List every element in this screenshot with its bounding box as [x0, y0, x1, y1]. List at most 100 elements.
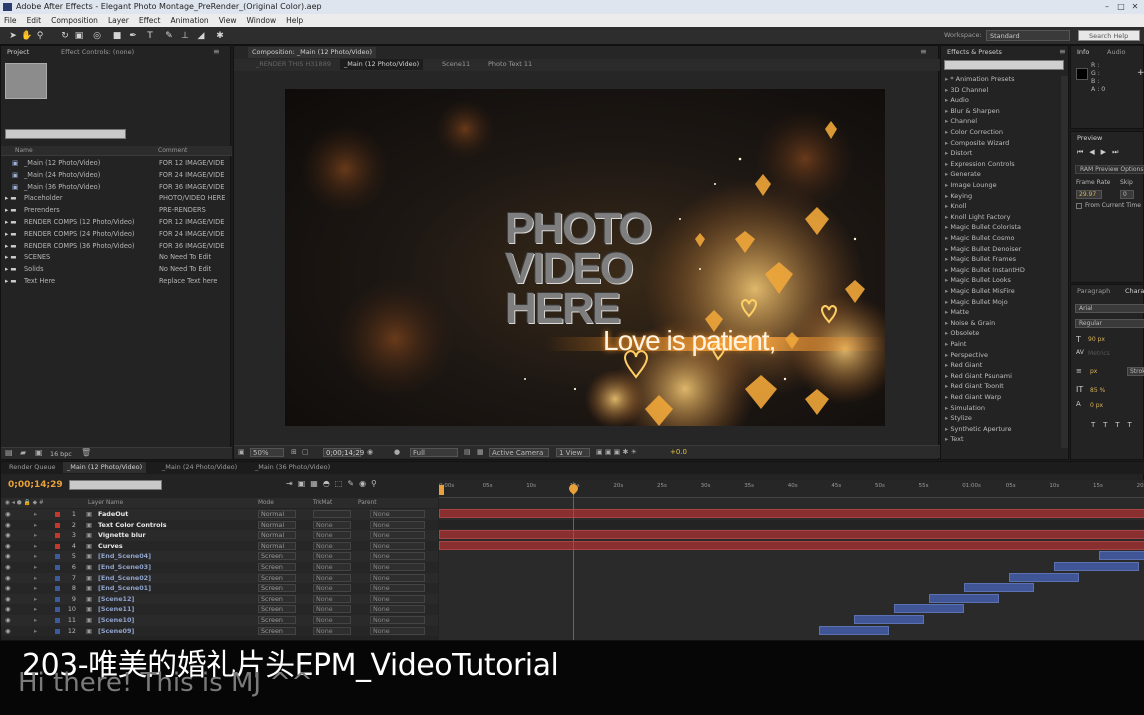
- layer-name-header[interactable]: Layer Name: [88, 498, 123, 508]
- trkmat-header[interactable]: TrkMat: [313, 498, 332, 508]
- breadcrumb-photo-text11[interactable]: Photo Text 11: [484, 59, 536, 70]
- timeline-timecode[interactable]: 0;00;14;29: [8, 480, 63, 490]
- layer-name[interactable]: [Scene11]: [98, 604, 134, 615]
- lock-icon[interactable]: ▸: [34, 520, 37, 531]
- project-item[interactable]: ▣ _Main (24 Photo/Video) FOR 24 IMAGE/VIDE: [1, 169, 230, 181]
- parent-dropdown[interactable]: None: [370, 531, 425, 540]
- lock-icon[interactable]: ▸: [34, 626, 37, 637]
- menu-file[interactable]: File: [4, 14, 17, 27]
- timeline-search-input[interactable]: [69, 480, 162, 490]
- layer-duration-bar[interactable]: [1099, 551, 1144, 561]
- effects-category[interactable]: Expression Controls: [945, 159, 1014, 170]
- stroke-dropdown[interactable]: Strok: [1127, 367, 1144, 376]
- tab-effect-controls[interactable]: Effect Controls: (none): [57, 47, 138, 58]
- parent-dropdown[interactable]: None: [370, 563, 425, 571]
- effects-category[interactable]: Simulation: [945, 403, 985, 414]
- effects-category[interactable]: Magic Bullet InstantHD: [945, 265, 1024, 276]
- track-matte-dropdown[interactable]: None: [313, 605, 351, 614]
- effects-category[interactable]: Magic Bullet Mojo: [945, 297, 1007, 308]
- layer-duration-bar[interactable]: [439, 530, 1144, 540]
- effects-category[interactable]: Magic Bullet MisFire: [945, 286, 1014, 297]
- from-current-checkbox[interactable]: [1076, 203, 1082, 209]
- lock-icon[interactable]: ▸: [34, 551, 37, 562]
- zoom-dropdown[interactable]: 50%: [250, 448, 284, 457]
- track-matte-dropdown[interactable]: None: [313, 552, 351, 561]
- font-family-dropdown[interactable]: Arial: [1075, 304, 1144, 313]
- always-preview-icon[interactable]: ▣: [238, 448, 245, 456]
- layer-duration-bar[interactable]: [964, 583, 1034, 593]
- effects-category[interactable]: Knoll Light Factory: [945, 212, 1010, 223]
- lock-icon[interactable]: ▸: [34, 562, 37, 573]
- tab-character[interactable]: Chara: [1121, 286, 1144, 297]
- effects-category[interactable]: Magic Bullet Looks: [945, 275, 1011, 286]
- label-color-swatch[interactable]: [55, 522, 60, 528]
- layer-duration-bar[interactable]: [854, 615, 924, 624]
- effects-category[interactable]: Obsolete: [945, 328, 979, 339]
- track-matte-dropdown[interactable]: None: [313, 563, 351, 571]
- layer-row[interactable]: ◉ ▸ 1 ▣ FadeOut Normal None: [1, 509, 438, 520]
- blend-mode-dropdown[interactable]: Screen: [258, 626, 296, 635]
- effects-category[interactable]: Image Lounge: [945, 180, 996, 191]
- project-panel-menu-icon[interactable]: ≡: [213, 47, 220, 56]
- tab-main-36[interactable]: _Main (36 Photo/Video): [251, 462, 334, 473]
- lock-icon[interactable]: ▸: [34, 509, 37, 520]
- pen-tool-icon[interactable]: ✒: [128, 31, 138, 41]
- visibility-eye-icon[interactable]: ◉: [5, 583, 11, 594]
- puppet-tool-icon[interactable]: ✱: [215, 31, 225, 41]
- effects-category[interactable]: * Animation Presets: [945, 74, 1014, 85]
- effects-category[interactable]: Magic Bullet Cosmo: [945, 233, 1014, 244]
- effects-category[interactable]: Audio: [945, 95, 968, 106]
- timeline-graph[interactable]: 0:00s05s10s15s20s25s30s35s40s45s50s55s01…: [439, 480, 1144, 640]
- effects-category[interactable]: Noise & Grain: [945, 318, 995, 329]
- trash-icon[interactable]: 🗑: [81, 448, 91, 457]
- toggle-pixel-icon[interactable]: ▣ ▣ ▣ ✱ ☀: [596, 448, 637, 456]
- transparency-grid-icon[interactable]: ▦: [477, 448, 484, 456]
- project-item[interactable]: ▸ ▬ Prerenders PRE-RENDERS: [1, 204, 230, 216]
- layer-name[interactable]: FadeOut: [98, 509, 128, 520]
- snapshot-icon[interactable]: ◉: [367, 448, 373, 456]
- track-matte-dropdown[interactable]: None: [313, 616, 351, 624]
- effects-category[interactable]: Color Correction: [945, 127, 1003, 138]
- label-color-swatch[interactable]: [55, 596, 60, 602]
- effects-category[interactable]: Perspective: [945, 350, 988, 361]
- effects-category[interactable]: Knoll: [945, 201, 966, 212]
- lock-icon[interactable]: ▸: [34, 594, 37, 605]
- breadcrumb-scene11[interactable]: Scene11: [438, 59, 474, 70]
- track-matte-dropdown[interactable]: None: [313, 594, 351, 603]
- visibility-eye-icon[interactable]: ◉: [5, 562, 11, 573]
- font-style-dropdown[interactable]: Regular: [1075, 319, 1144, 328]
- layer-row[interactable]: ◉ ▸ 3 ▣ Vignette blur Normal None None: [1, 530, 438, 541]
- effects-category[interactable]: Magic Bullet Frames: [945, 254, 1016, 265]
- visibility-eye-icon[interactable]: ◉: [5, 541, 11, 552]
- layer-name[interactable]: [End_Scene03]: [98, 562, 151, 573]
- breadcrumb-render-this[interactable]: _RENDER THIS H31889: [252, 59, 335, 70]
- label-color-swatch[interactable]: [55, 628, 60, 634]
- playhead-line[interactable]: [573, 482, 574, 640]
- parent-dropdown[interactable]: None: [370, 520, 425, 529]
- selection-tool-icon[interactable]: ➤: [8, 31, 18, 41]
- effects-category[interactable]: Stylize: [945, 413, 972, 424]
- vertical-scale-value[interactable]: 85 %: [1090, 387, 1105, 394]
- lock-icon[interactable]: ▸: [34, 541, 37, 552]
- skip-dropdown[interactable]: 0: [1120, 190, 1134, 199]
- tab-preview[interactable]: Preview: [1073, 133, 1106, 144]
- clone-tool-icon[interactable]: ⊥: [180, 31, 190, 41]
- effects-category[interactable]: Composite Wizard: [945, 138, 1009, 149]
- blend-mode-dropdown[interactable]: Normal: [258, 520, 296, 529]
- channel-icon[interactable]: ●: [394, 448, 400, 456]
- effects-category[interactable]: Distort: [945, 148, 972, 159]
- search-help-input[interactable]: Search Help: [1078, 30, 1140, 41]
- lock-icon[interactable]: ▸: [34, 583, 37, 594]
- menu-animation[interactable]: Animation: [170, 14, 208, 27]
- effects-category[interactable]: Paint: [945, 339, 966, 350]
- parent-dropdown[interactable]: None: [370, 626, 425, 635]
- minimize-button[interactable]: –: [1102, 2, 1112, 11]
- composition-viewer[interactable]: PHOTO VIDEO HERE Love is patient,: [285, 89, 885, 426]
- label-color-swatch[interactable]: [55, 607, 60, 613]
- lock-icon[interactable]: ▸: [34, 604, 37, 615]
- track-matte-dropdown[interactable]: None: [313, 520, 351, 529]
- effects-category[interactable]: Keying: [945, 191, 972, 202]
- blend-mode-dropdown[interactable]: Screen: [258, 594, 296, 603]
- blend-mode-dropdown[interactable]: Screen: [258, 563, 296, 571]
- effects-category[interactable]: Synthetic Aperture: [945, 424, 1011, 435]
